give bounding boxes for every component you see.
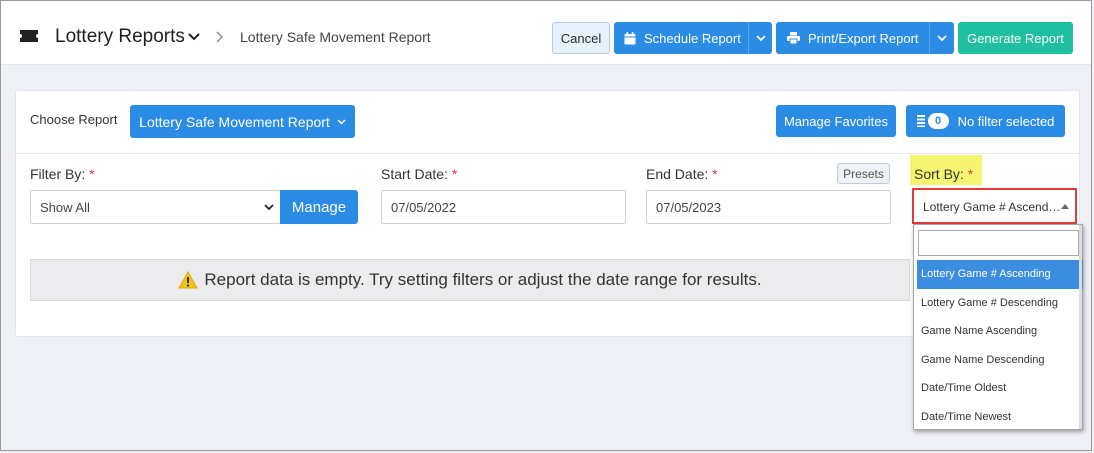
chevron-down-icon (264, 204, 274, 211)
printer-icon (787, 32, 800, 44)
schedule-report-label: Schedule Report (644, 30, 741, 46)
filter-status-label: No filter selected (957, 113, 1055, 129)
app-window: Lottery Reports Lottery Safe Movement Re… (0, 0, 1092, 451)
required-mark: * (967, 166, 974, 182)
presets-label: Presets (843, 166, 884, 181)
manage-favorites-label: Manage Favorites (783, 113, 889, 129)
start-date-input[interactable]: 07/05/2022 (381, 190, 626, 224)
schedule-report-button[interactable]: Schedule Report (614, 22, 748, 54)
choose-report-select[interactable]: Lottery Safe Movement Report (130, 105, 355, 138)
filter-count-badge: 0 (927, 113, 949, 129)
selected-report-label: Lottery Safe Movement Report (139, 113, 330, 130)
sort-by-dropdown: Lottery Game # Ascending Lottery Game # … (913, 224, 1083, 430)
chevron-down-icon (937, 34, 947, 41)
sort-option-datetime-oldest[interactable]: Date/Time Oldest (917, 374, 1083, 403)
cancel-button[interactable]: Cancel (552, 22, 610, 54)
required-mark: * (451, 166, 458, 182)
page-title: Lottery Reports (55, 26, 185, 47)
generate-report-label: Generate Report (967, 30, 1064, 46)
end-date-value: 07/05/2023 (656, 199, 722, 215)
sort-by-label-text: Sort By: (914, 166, 964, 182)
sort-option-game-name-asc[interactable]: Game Name Ascending (917, 317, 1083, 346)
warning-icon (178, 271, 199, 289)
sort-option-game-number-desc[interactable]: Lottery Game # Descending (917, 289, 1083, 318)
chevron-right-icon (216, 31, 224, 43)
empty-state-message: Report data is empty. Try setting filter… (30, 259, 910, 301)
print-export-dropdown[interactable] (929, 22, 954, 54)
print-export-label: Print/Export Report (808, 30, 919, 46)
sort-by-value: Lottery Game # Ascending (923, 200, 1061, 214)
generate-report-button[interactable]: Generate Report (958, 22, 1073, 54)
required-mark: * (89, 166, 95, 182)
cancel-button-label: Cancel (560, 30, 602, 46)
end-date-input[interactable]: 07/05/2023 (646, 190, 891, 224)
filter-by-label-text: Filter By: (30, 166, 86, 182)
sort-option-game-number-asc[interactable]: Lottery Game # Ascending (917, 260, 1083, 289)
sort-option-game-name-desc[interactable]: Game Name Descending (917, 346, 1083, 375)
chevron-down-icon (337, 118, 346, 125)
end-date-label-text: End Date: (646, 166, 709, 182)
empty-state-text: Report data is empty. Try setting filter… (204, 270, 762, 289)
filter-list-icon (916, 115, 925, 127)
filter-by-select[interactable]: Show All (30, 190, 281, 224)
dropdown-scrollbar[interactable] (1079, 225, 1082, 429)
sort-by-label: Sort By: * (914, 166, 973, 182)
start-date-label-text: Start Date: (381, 166, 448, 182)
required-mark: * (712, 166, 718, 182)
start-date-value: 07/05/2022 (391, 199, 457, 215)
start-date-label: Start Date: * (381, 166, 457, 182)
sort-options-list: Lottery Game # Ascending Lottery Game # … (917, 260, 1083, 431)
caret-up-icon (1061, 204, 1069, 209)
top-bar: Lottery Reports Lottery Safe Movement Re… (1, 1, 1091, 65)
end-date-label: End Date: * (646, 166, 718, 182)
filter-by-value: Show All (40, 199, 90, 215)
manage-button[interactable]: Manage (280, 190, 358, 224)
breadcrumb: Lottery Safe Movement Report (240, 29, 431, 45)
print-export-button[interactable]: Print/Export Report (776, 22, 929, 54)
presets-button[interactable]: Presets (837, 163, 890, 184)
sort-option-datetime-newest[interactable]: Date/Time Newest (917, 403, 1083, 432)
manage-label: Manage (291, 198, 347, 216)
sort-search-input[interactable] (918, 230, 1079, 256)
manage-favorites-button[interactable]: Manage Favorites (776, 105, 896, 137)
sort-by-select[interactable]: Lottery Game # Ascending (912, 188, 1077, 224)
divider (15, 153, 1080, 154)
filter-by-label: Filter By: * (30, 166, 95, 182)
ticket-icon (20, 30, 38, 42)
choose-report-label: Choose Report (30, 112, 118, 127)
filter-status-button[interactable]: 0 No filter selected (906, 105, 1065, 137)
calendar-icon (624, 31, 636, 45)
schedule-report-dropdown[interactable] (748, 22, 772, 54)
chevron-down-icon[interactable] (187, 31, 201, 43)
chevron-down-icon (755, 34, 766, 41)
